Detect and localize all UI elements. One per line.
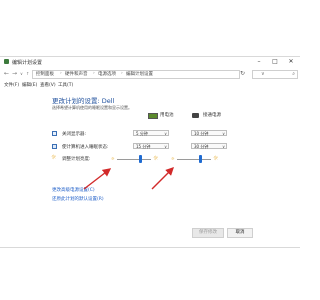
annotation-arrow-plugged bbox=[151, 167, 174, 190]
power-plan-window: 编辑计划设置 – □ ✕ ← → ∨ ↑ 控制面板 › 硬件和声音 › 电源选项… bbox=[0, 56, 300, 248]
annotation-arrows bbox=[83, 167, 174, 190]
annotation-arrow-battery bbox=[83, 168, 112, 190]
